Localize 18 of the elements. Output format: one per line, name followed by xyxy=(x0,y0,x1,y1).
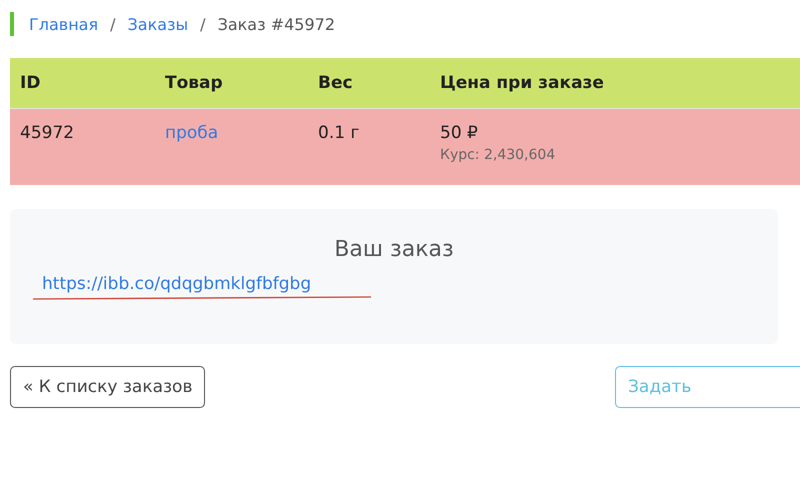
column-header: Товар xyxy=(165,73,224,93)
rate-text: Курс: 2,430,604 xyxy=(440,147,556,163)
page-title: Заказ #45972 xyxy=(218,14,335,34)
back-button[interactable]: « К списку заказов xyxy=(10,366,206,408)
breadcrumb-separator: / xyxy=(200,14,206,34)
ask-button[interactable]: Задать xyxy=(615,366,800,408)
product-link[interactable]: проба xyxy=(165,123,218,143)
order-link[interactable]: https://ibb.co/qdqgbmklgfbfgbg xyxy=(32,274,312,294)
card-title: Ваш заказ xyxy=(333,237,455,262)
breadcrumb-link[interactable]: Главная xyxy=(29,14,98,34)
table-cell-text: 45972 xyxy=(20,123,76,145)
column-header: Вес xyxy=(318,73,354,93)
breadcrumb-link[interactable]: Заказы xyxy=(128,14,188,34)
breadcrumb-separator: / xyxy=(110,14,116,34)
price-text: 50 ₽ xyxy=(440,123,478,143)
table-cell-text: 0.1 г xyxy=(318,123,360,145)
column-header: ID xyxy=(20,73,42,93)
column-header: Цена при заказе xyxy=(440,73,605,93)
